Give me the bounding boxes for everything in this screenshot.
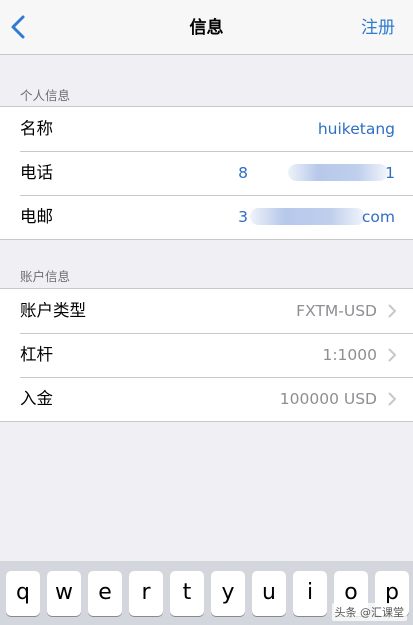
key-u[interactable]: u <box>252 571 286 616</box>
key-q[interactable]: q <box>6 571 40 616</box>
email-redaction <box>250 208 365 225</box>
keyboard: q w e r t y u i o p 头条 @汇课堂 <box>0 561 413 625</box>
email-value-start: 3 <box>238 208 248 226</box>
watermark: 头条 @汇课堂 <box>331 603 407 621</box>
navigation-bar: 信息 注册 <box>0 0 413 55</box>
section-header-account: 账户信息 <box>20 269 71 284</box>
deposit-row[interactable]: 入金 100000 USD <box>0 377 413 421</box>
leverage-value: 1:1000 <box>322 346 377 364</box>
leverage-row[interactable]: 杠杆 1:1000 <box>0 333 413 377</box>
chevron-right-icon <box>388 304 396 318</box>
deposit-label: 入金 <box>20 389 53 408</box>
deposit-value: 100000 USD <box>279 390 377 408</box>
key-w[interactable]: w <box>47 571 81 616</box>
page-title: 信息 <box>189 18 224 38</box>
key-i[interactable]: i <box>293 571 327 616</box>
phone-label: 电话 <box>20 163 53 182</box>
personal-info-group: 名称 huiketang 电话 8 1 电邮 3 com <box>0 106 413 240</box>
phone-row[interactable]: 电话 8 1 <box>0 151 413 195</box>
chevron-right-icon <box>388 392 396 406</box>
email-value-end: com <box>361 208 395 226</box>
account-info-group: 账户类型 FXTM-USD 杠杆 1:1000 入金 100000 USD <box>0 288 413 422</box>
phone-value-end: 1 <box>385 164 395 182</box>
key-r[interactable]: r <box>129 571 163 616</box>
chevron-left-icon <box>11 15 25 39</box>
name-label: 名称 <box>20 119 53 138</box>
account-type-row[interactable]: 账户类型 FXTM-USD <box>0 289 413 333</box>
account-type-label: 账户类型 <box>20 301 86 320</box>
chevron-right-icon <box>388 348 396 362</box>
back-button[interactable] <box>6 12 34 42</box>
email-row[interactable]: 电邮 3 com <box>0 195 413 239</box>
key-e[interactable]: e <box>88 571 122 616</box>
key-y[interactable]: y <box>211 571 245 616</box>
name-row[interactable]: 名称 huiketang <box>0 107 413 151</box>
leverage-label: 杠杆 <box>20 345 53 364</box>
account-type-value: FXTM-USD <box>296 302 377 320</box>
name-value: huiketang <box>317 120 395 138</box>
email-label: 电邮 <box>20 207 53 226</box>
phone-value-start: 8 <box>238 164 248 182</box>
key-t[interactable]: t <box>170 571 204 616</box>
phone-redaction <box>288 164 388 181</box>
section-header-personal: 个人信息 <box>20 88 71 103</box>
register-button[interactable]: 注册 <box>361 0 395 54</box>
